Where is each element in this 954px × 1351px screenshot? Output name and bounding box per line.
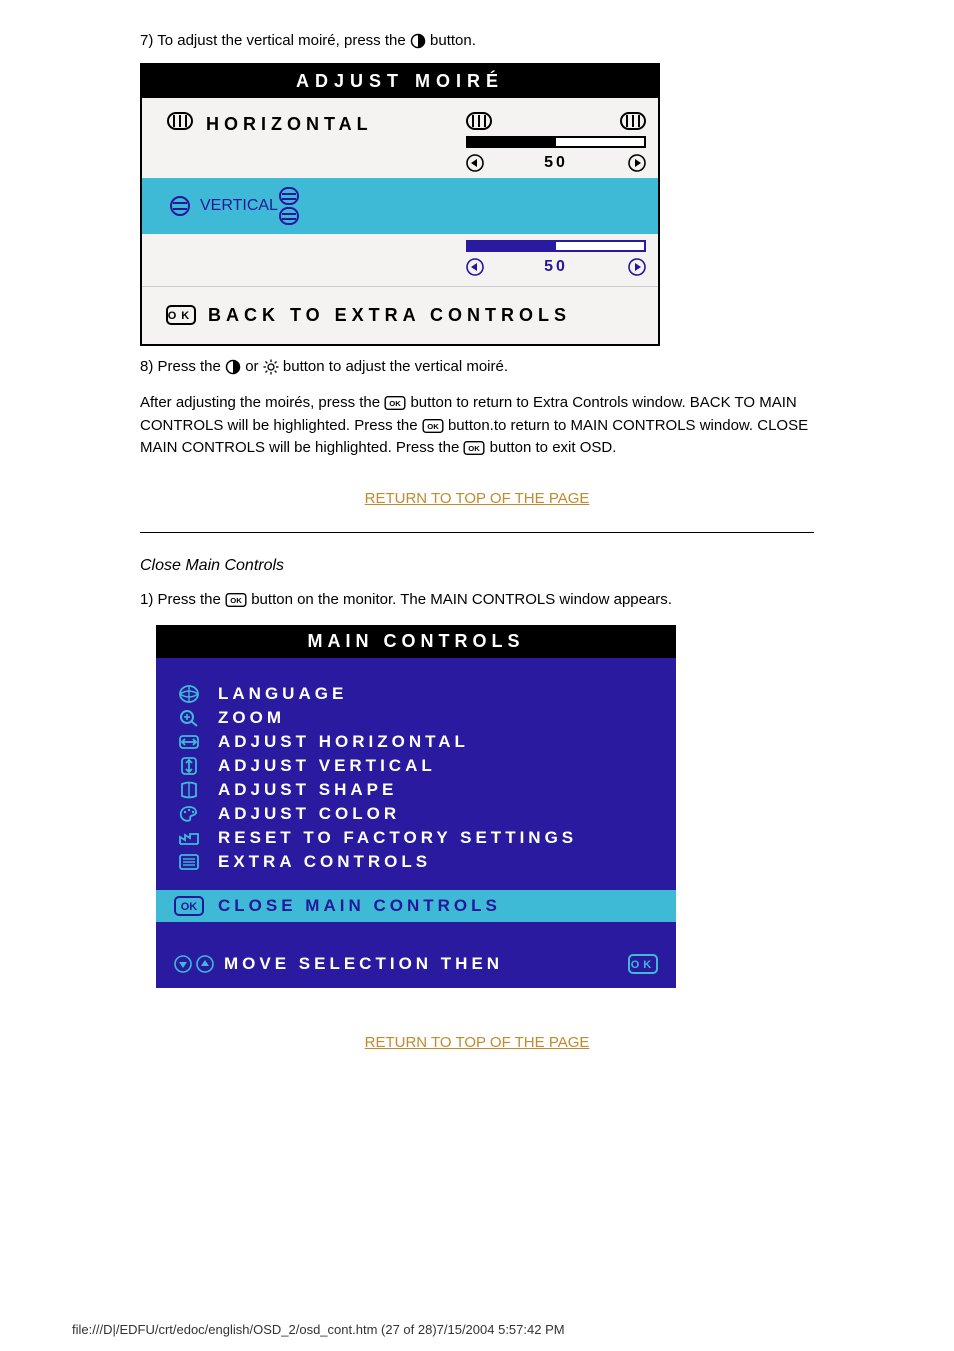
down-arrow-icon	[174, 955, 192, 973]
menu-item-adjust-vertical[interactable]: ADJUST VERTICAL	[174, 754, 658, 778]
section2-step1: 1) Press the OK button on the monitor. T…	[140, 589, 814, 612]
after-text: After adjusting the moirés, press the OK…	[140, 392, 814, 460]
svg-text:OK: OK	[230, 595, 242, 604]
step-text: 8) Press the	[140, 358, 221, 375]
step-8: 8) Press the or button to adjust the ver…	[140, 356, 814, 379]
menu-label: ADJUST VERTICAL	[218, 756, 436, 776]
ok-icon: OK	[384, 396, 406, 410]
v-arrow-icon	[174, 756, 204, 776]
contrast-icon	[410, 33, 426, 49]
moire-h-icon	[620, 112, 646, 130]
shape-icon	[174, 780, 204, 800]
page-footer: file:///D|/EDFU/crt/edoc/english/OSD_2/o…	[0, 1322, 954, 1337]
footer-path: file:///D|/EDFU/crt/edoc/english/OSD_2/o…	[72, 1322, 565, 1337]
menu-label: ADJUST SHAPE	[218, 780, 397, 800]
vertical-row[interactable]: VERTICAL	[142, 178, 658, 234]
zoom-icon	[174, 708, 204, 728]
moire-v-icon	[169, 195, 191, 217]
svg-text:OK: OK	[168, 310, 195, 322]
h-arrow-icon	[174, 732, 204, 752]
factory-icon	[174, 828, 204, 848]
ok-icon: OK	[422, 419, 444, 433]
menu-item-zoom[interactable]: ZOOM	[174, 706, 658, 730]
back-label: BACK TO EXTRA CONTROLS	[208, 305, 571, 326]
ok-icon: OK	[628, 954, 658, 974]
ok-icon: OK	[463, 441, 485, 455]
svg-text:OK: OK	[427, 421, 439, 430]
moire-v-icon	[278, 206, 300, 226]
menu-item-adjust-shape[interactable]: ADJUST SHAPE	[174, 778, 658, 802]
brightness-icon	[263, 359, 279, 375]
ok-icon: OK	[174, 896, 204, 916]
menu-item-adjust-color[interactable]: ADJUST COLOR	[174, 802, 658, 826]
right-arrow-icon[interactable]	[628, 258, 646, 276]
step-text: button.	[430, 32, 476, 49]
svg-text:OK: OK	[181, 901, 198, 913]
menu-label: EXTRA CONTROLS	[218, 852, 431, 872]
back-row[interactable]: OK BACK TO EXTRA CONTROLS	[142, 286, 658, 344]
list-icon	[174, 852, 204, 872]
menu-item-reset[interactable]: RESET TO FACTORY SETTINGS	[174, 826, 658, 850]
left-arrow-icon[interactable]	[466, 258, 484, 276]
step-7: 7) To adjust the vertical moiré, press t…	[140, 30, 814, 53]
section-title: Close Main Controls	[140, 557, 814, 575]
close-main-controls[interactable]: OK CLOSE MAIN CONTROLS	[156, 890, 676, 922]
return-top-link-2[interactable]: RETURN TO TOP OF THE PAGE	[140, 1034, 814, 1052]
horizontal-row: HORIZONTAL 50	[142, 98, 658, 178]
step-text: button to adjust the vertical moiré.	[283, 358, 508, 375]
right-arrow-icon[interactable]	[628, 154, 646, 172]
vertical-label: VERTICAL	[200, 197, 278, 215]
separator	[140, 532, 814, 533]
menu-item-adjust-horizontal[interactable]: ADJUST HORIZONTAL	[174, 730, 658, 754]
return-top-link[interactable]: RETURN TO TOP OF THE PAGE	[140, 490, 814, 508]
vertical-subrow: 50	[142, 234, 658, 286]
vertical-value: 50	[544, 258, 568, 276]
osd2-menu: LANGUAGE ZOOM ADJUST HORIZONTAL ADJUST V…	[156, 658, 676, 882]
up-arrow-icon	[196, 955, 214, 973]
menu-item-language[interactable]: LANGUAGE	[174, 682, 658, 706]
menu-label: ADJUST HORIZONTAL	[218, 732, 469, 752]
horizontal-value: 50	[544, 154, 568, 172]
menu-label: ZOOM	[218, 708, 285, 728]
svg-text:OK: OK	[631, 959, 656, 971]
ok-icon: OK	[166, 305, 196, 325]
horizontal-slider[interactable]	[466, 136, 646, 148]
contrast-icon	[225, 359, 241, 375]
return-top-anchor[interactable]: RETURN TO TOP OF THE PAGE	[365, 490, 590, 507]
left-arrow-icon[interactable]	[466, 154, 484, 172]
step-text: 7) To adjust the vertical moiré, press t…	[140, 32, 406, 49]
ok-icon: OK	[225, 593, 247, 607]
hint-label: MOVE SELECTION THEN	[224, 954, 503, 974]
osd-title: ADJUST MOIRÉ	[142, 65, 658, 98]
osd-main-controls: MAIN CONTROLS LANGUAGE ZOOM ADJUST HORIZ…	[156, 625, 676, 988]
osd-adjust-moire: ADJUST MOIRÉ HORIZONTAL	[140, 63, 660, 346]
svg-text:OK: OK	[390, 399, 402, 408]
moire-h-icon	[167, 112, 193, 130]
menu-item-extra[interactable]: EXTRA CONTROLS	[174, 850, 658, 874]
osd2-title: MAIN CONTROLS	[156, 625, 676, 658]
close-label: CLOSE MAIN CONTROLS	[218, 896, 501, 916]
step-text: or	[245, 358, 258, 375]
moire-v-icon	[278, 186, 300, 206]
hint-bar: MOVE SELECTION THEN OK	[156, 944, 676, 988]
menu-label: LANGUAGE	[218, 684, 347, 704]
moire-h-icon	[466, 112, 492, 130]
palette-icon	[174, 804, 204, 824]
menu-label: ADJUST COLOR	[218, 804, 400, 824]
svg-text:OK: OK	[469, 444, 481, 453]
vertical-slider[interactable]	[466, 240, 646, 252]
menu-label: RESET TO FACTORY SETTINGS	[218, 828, 577, 848]
return-top-anchor[interactable]: RETURN TO TOP OF THE PAGE	[365, 1034, 590, 1051]
horizontal-label: HORIZONTAL	[200, 112, 466, 135]
globe-icon	[174, 684, 204, 704]
